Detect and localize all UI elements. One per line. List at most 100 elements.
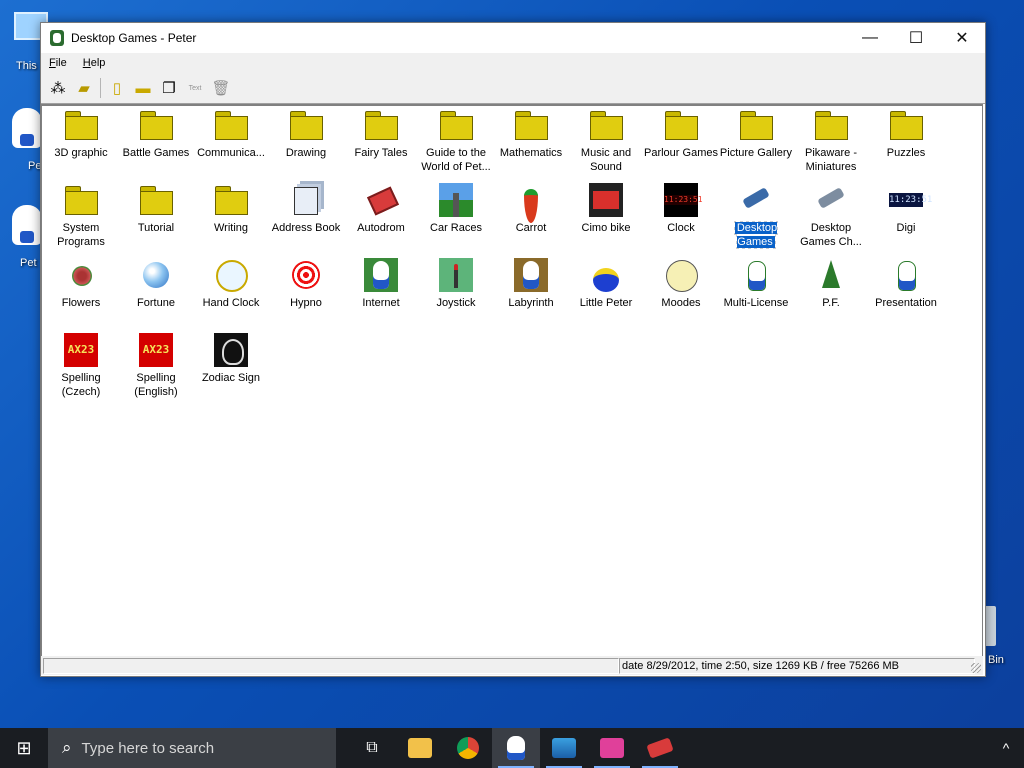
new-document-icon: ▯ (112, 79, 122, 97)
item-label: Hand Clock (194, 296, 268, 310)
item-spelling-english[interactable]: Spelling (English) (119, 333, 193, 399)
item-label: Communica... (194, 146, 268, 160)
desktop-games-ch-icon (814, 183, 848, 217)
item-flowers[interactable]: Flowers (44, 258, 118, 310)
title-bar[interactable]: Desktop Games - Peter — ☐ ✕ (41, 23, 985, 53)
item-label-text: Picture Gallery (719, 147, 793, 159)
taskbar-red-car-app[interactable] (636, 728, 684, 768)
items-view[interactable]: 3D graphic Battle Games Communica... Drawin… (41, 104, 983, 657)
item-writing[interactable]: Writing (194, 183, 268, 235)
smiley-icon (664, 258, 698, 292)
chrome-icon (457, 737, 479, 759)
item-3d-graphic[interactable]: 3D graphic (44, 108, 118, 160)
item-label: Fortune (119, 296, 193, 310)
new-folder-button[interactable]: ▬ (130, 76, 156, 100)
item-joystick[interactable]: Joystick (419, 258, 493, 310)
minimize-button[interactable]: — (847, 23, 893, 53)
desktop-icon-label: Pet (20, 257, 37, 269)
item-system-programs[interactable]: System Programs (44, 183, 118, 249)
pacifier-icon (589, 258, 623, 292)
item-carrot[interactable]: Carrot (494, 183, 568, 235)
menu-file[interactable]: File (41, 57, 75, 69)
desktop-icon-recycle-bin[interactable]: Bin (984, 606, 1024, 666)
item-presentation[interactable]: Presentation (869, 258, 943, 310)
taskbar-file-explorer[interactable] (396, 728, 444, 768)
item-desktop-games[interactable]: Desktop Games (719, 183, 793, 249)
tray-chevron-button[interactable]: ^ (988, 740, 1024, 756)
item-address-book[interactable]: Address Book (269, 183, 343, 235)
item-hand-clock[interactable]: Hand Clock (194, 258, 268, 310)
labyrinth-icon (514, 258, 548, 292)
menu-help[interactable]: Help (75, 57, 114, 69)
item-label-text: Music and Sound (580, 147, 632, 173)
item-label-text: Carrot (515, 222, 547, 234)
item-label: Guide to the World of Pet... (419, 146, 493, 174)
item-multi-license[interactable]: Multi-License (719, 258, 793, 310)
item-autodrom[interactable]: Autodrom (344, 183, 418, 235)
item-label: Hypno (269, 296, 343, 310)
item-drawing[interactable]: Drawing (269, 108, 343, 160)
delete-button[interactable]: 🗑 (208, 76, 234, 100)
start-button[interactable]: ⊞ (0, 728, 48, 768)
item-label: Fairy Tales (344, 146, 418, 160)
taskbar-desktop-games[interactable] (492, 728, 540, 768)
folder-icon (814, 108, 848, 142)
item-digi[interactable]: Digi (869, 183, 943, 235)
item-tutorial[interactable]: Tutorial (119, 183, 193, 235)
red-car-app-icon (646, 737, 674, 759)
item-moodes[interactable]: Moodes (644, 258, 718, 310)
copy-button[interactable]: ❐ (156, 76, 182, 100)
taskbar-task-view[interactable]: ⧉ (348, 728, 396, 768)
item-guide-to-the-world-of-pet[interactable]: Guide to the World of Pet... (419, 108, 493, 174)
item-picture-gallery[interactable]: Picture Gallery (719, 108, 793, 160)
item-p-f[interactable]: P.F. (794, 258, 868, 310)
folder-icon (364, 108, 398, 142)
item-music-and-sound[interactable]: Music and Sound (569, 108, 643, 174)
desktop-games-window: Desktop Games - Peter — ☐ ✕ File Help ⁂ … (40, 22, 986, 677)
item-car-races[interactable]: Car Races (419, 183, 493, 235)
resize-grip[interactable] (971, 663, 981, 673)
item-clock[interactable]: Clock (644, 183, 718, 235)
cimo-bike-icon (589, 183, 623, 217)
rename-text-icon: Text (188, 84, 202, 92)
close-button[interactable]: ✕ (939, 23, 985, 53)
item-fortune[interactable]: Fortune (119, 258, 193, 310)
item-label: Internet (344, 296, 418, 310)
item-zodiac-sign[interactable]: Zodiac Sign (194, 333, 268, 385)
item-cimo-bike[interactable]: Cimo bike (569, 183, 643, 235)
item-desktop-games-ch[interactable]: Desktop Games Ch... (794, 183, 868, 249)
tree-view-button[interactable]: ⁂ (45, 76, 71, 100)
taskbar-chrome[interactable] (444, 728, 492, 768)
item-internet[interactable]: Internet (344, 258, 418, 310)
carrot-icon (514, 183, 548, 223)
item-hypno[interactable]: Hypno (269, 258, 343, 310)
window-title: Desktop Games - Peter (71, 31, 197, 45)
item-label: Labyrinth (494, 296, 568, 310)
digital-clock-icon (664, 183, 698, 217)
taskbar-pink-app[interactable] (588, 728, 636, 768)
item-labyrinth[interactable]: Labyrinth (494, 258, 568, 310)
item-pikaware-miniatures[interactable]: Pikaware - Miniatures (794, 108, 868, 174)
maximize-button[interactable]: ☐ (893, 23, 939, 53)
new-item-button[interactable]: ▯ (104, 76, 130, 100)
item-puzzles[interactable]: Puzzles (869, 108, 943, 160)
item-parlour-games[interactable]: Parlour Games (644, 108, 718, 160)
item-label: Tutorial (119, 221, 193, 235)
item-fairy-tales[interactable]: Fairy Tales (344, 108, 418, 160)
desktop-games-icon (507, 736, 525, 760)
item-label-text: Spelling (English) (134, 372, 178, 398)
taskbar-shark-app[interactable] (540, 728, 588, 768)
item-mathematics[interactable]: Mathematics (494, 108, 568, 160)
hypno-icon (289, 258, 323, 292)
item-label: Desktop Games Ch... (794, 221, 868, 249)
rename-button[interactable]: Text (182, 76, 208, 100)
item-battle-games[interactable]: Battle Games (119, 108, 193, 160)
open-button[interactable]: ▰ (71, 76, 97, 100)
item-spelling-czech[interactable]: Spelling (Czech) (44, 333, 118, 399)
item-label: Zodiac Sign (194, 371, 268, 385)
item-little-peter[interactable]: Little Peter (569, 258, 643, 310)
folder-icon (514, 108, 548, 142)
taskbar-search[interactable]: ⌕ Type here to search (48, 728, 336, 768)
item-communica[interactable]: Communica... (194, 108, 268, 160)
item-label-text: Mathematics (499, 147, 563, 159)
